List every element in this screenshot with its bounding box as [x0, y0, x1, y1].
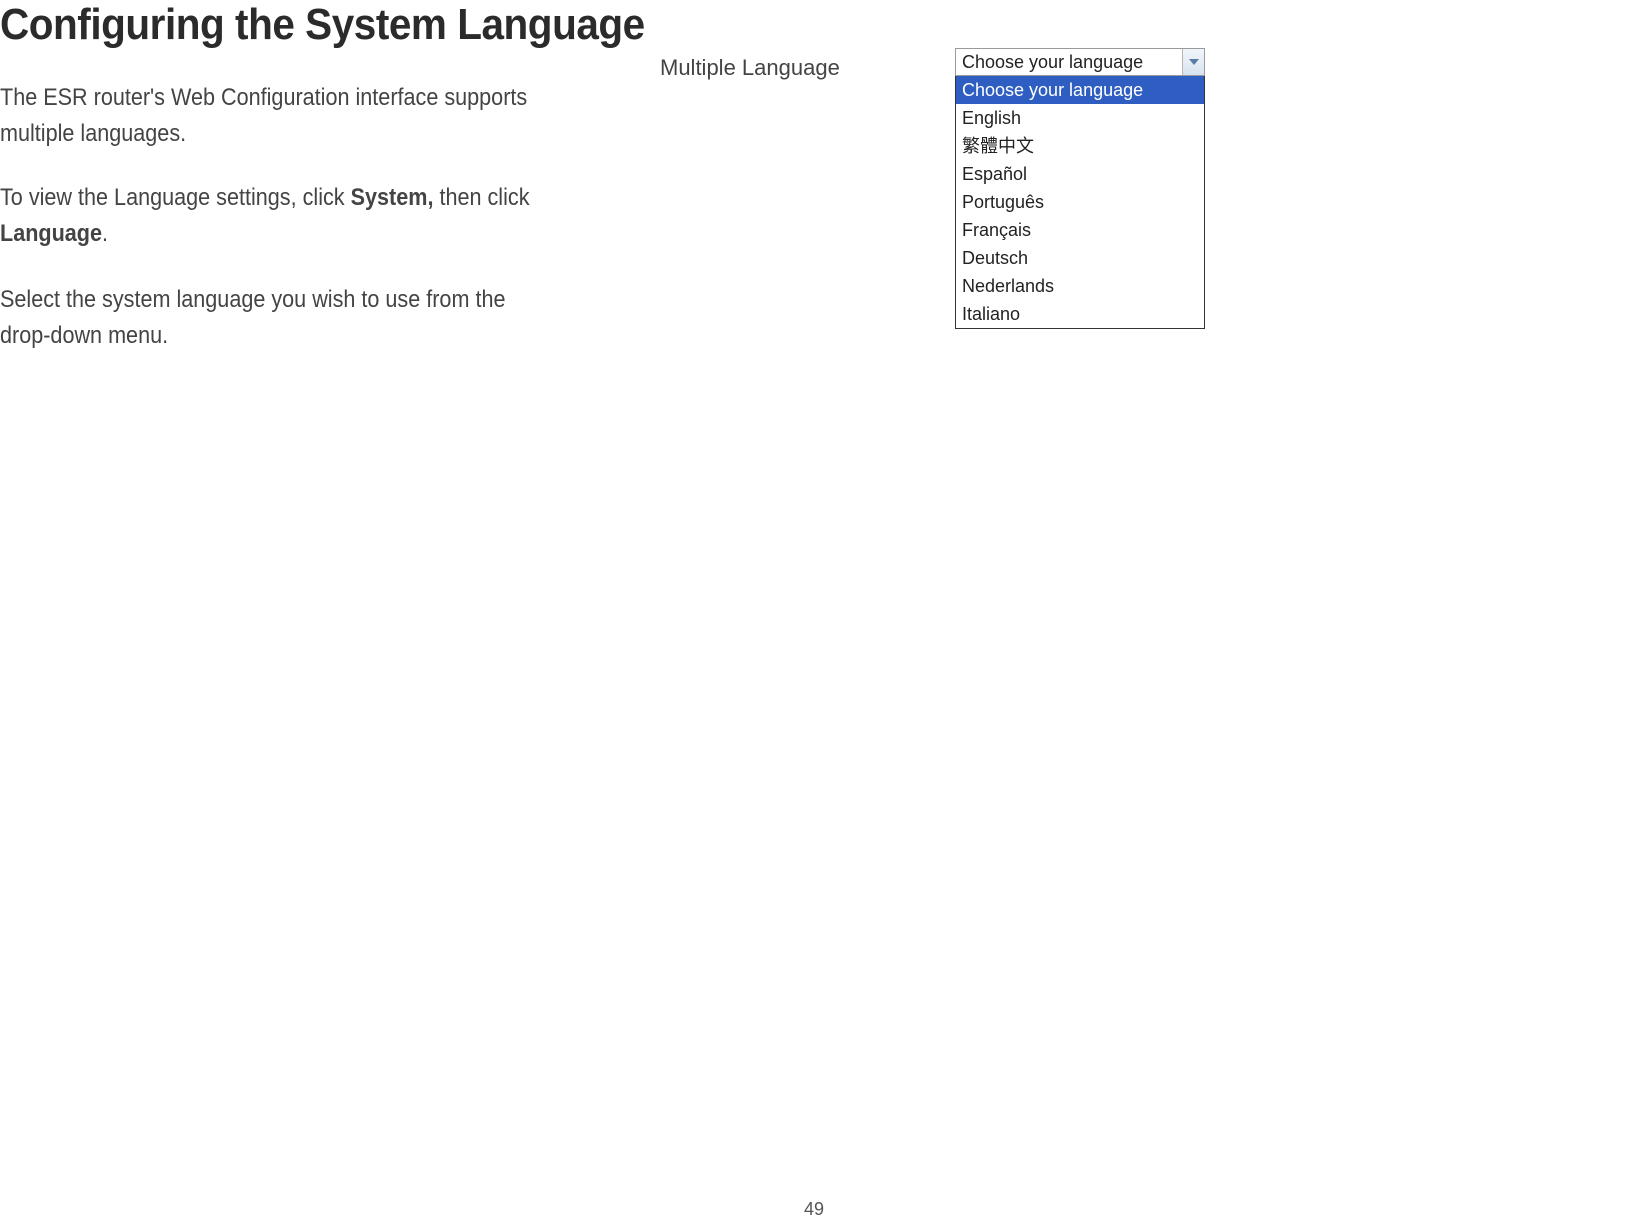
language-option[interactable]: Português — [956, 188, 1204, 216]
bold-language: Language — [0, 220, 102, 247]
language-select[interactable]: Choose your language Choose your languag… — [955, 48, 1205, 329]
page-title: Configuring the System Language — [0, 0, 645, 50]
instruction-paragraph: To view the Language settings, click Sys… — [0, 180, 558, 252]
language-select-value: Choose your language — [962, 52, 1143, 73]
language-option[interactable]: Español — [956, 160, 1204, 188]
dropdown-label: Multiple Language — [660, 55, 840, 81]
language-option[interactable]: Français — [956, 216, 1204, 244]
language-option[interactable]: Deutsch — [956, 244, 1204, 272]
language-select-list[interactable]: Choose your language English 繁體中文 Españo… — [955, 76, 1205, 329]
intro-paragraph: The ESR router's Web Configuration inter… — [0, 80, 558, 152]
select-instruction-paragraph: Select the system language you wish to u… — [0, 282, 558, 354]
language-option[interactable]: Italiano — [956, 300, 1204, 328]
language-option[interactable]: 繁體中文 — [956, 132, 1204, 160]
text-fragment: then click — [433, 184, 529, 211]
language-option[interactable]: English — [956, 104, 1204, 132]
language-select-display[interactable]: Choose your language — [955, 48, 1205, 76]
language-option[interactable]: Choose your language — [956, 76, 1204, 104]
text-fragment: To view the Language settings, click — [0, 184, 351, 211]
page-number: 49 — [804, 1199, 824, 1220]
document-page: Configuring the System Language The ESR … — [0, 0, 1628, 1232]
chevron-down-icon[interactable] — [1182, 49, 1204, 75]
language-option[interactable]: Nederlands — [956, 272, 1204, 300]
bold-system: System, — [351, 184, 434, 211]
text-fragment: . — [102, 220, 108, 247]
